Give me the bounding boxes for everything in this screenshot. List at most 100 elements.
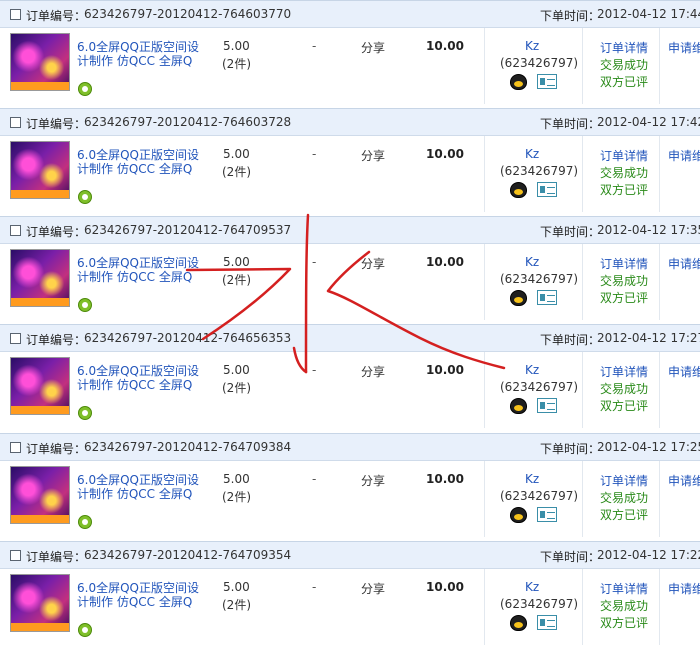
rating-status-link[interactable]: 双方已评 [600,289,648,306]
buyer-name-link[interactable]: Kz [525,363,539,377]
order-number: 623426797-20120412-764603728 [84,115,292,129]
order-time-label: 下单时间： [540,117,601,131]
column-divider [484,569,485,645]
share-link[interactable]: 分享 [361,39,385,56]
order-header: 订单编号： 623426797-20120412-764656353 下单时间：… [0,325,700,352]
unit-price: 5.00 [223,472,250,486]
wangwang-icon[interactable] [78,82,92,96]
buyer-name-link[interactable]: Kz [525,580,539,594]
unit-price: 5.00 [223,39,250,53]
buyer-name-link[interactable]: Kz [525,255,539,269]
rating-status-link[interactable]: 双方已评 [600,614,648,631]
order-detail-link[interactable]: 订单详情 [600,147,648,164]
trade-status: 交易成功 [600,274,649,288]
product-thumbnail[interactable] [10,33,70,91]
trade-status: 交易成功 [600,166,649,180]
contact-card-icon[interactable] [537,507,557,522]
qq-icon[interactable] [510,398,527,414]
product-title-link[interactable]: 6.0全屏QQ正版空间设计制作 仿QCC 全屏Q [77,40,202,68]
qq-icon[interactable] [510,182,527,198]
order-header: 订单编号： 623426797-20120412-764709354 下单时间：… [0,542,700,569]
discount-placeholder: - [312,363,317,377]
qq-icon[interactable] [510,74,527,90]
quantity: (2件) [222,57,251,71]
buyer-id: (623426797) [500,272,579,286]
column-divider [484,136,485,212]
apply-maintenance-link[interactable]: 申请维 [668,472,700,489]
order-number: 623426797-20120412-764603770 [84,7,292,21]
contact-card-icon[interactable] [537,615,557,630]
product-title-link[interactable]: 6.0全屏QQ正版空间设计制作 仿QCC 全屏Q [77,364,202,392]
wangwang-icon[interactable] [78,515,92,529]
apply-maintenance-link[interactable]: 申请维 [668,147,700,164]
product-thumbnail[interactable] [10,357,70,415]
wangwang-icon[interactable] [78,298,92,312]
rating-status-link[interactable]: 双方已评 [600,397,648,414]
wangwang-icon[interactable] [78,623,92,637]
order-body: 6.0全屏QQ正版空间设计制作 仿QCC 全屏Q 5.00 (2件) - 分享 … [0,244,700,320]
order-checkbox[interactable] [10,117,21,128]
wangwang-icon[interactable] [78,190,92,204]
wangwang-icon[interactable] [78,406,92,420]
order-time: 2012-04-12 17:25:3 [597,440,700,454]
order-header: 订单编号： 623426797-20120412-764603770 下单时间：… [0,1,700,28]
share-link[interactable]: 分享 [361,472,385,489]
order-detail-link[interactable]: 订单详情 [600,39,648,56]
order-checkbox[interactable] [10,333,21,344]
contact-card-icon[interactable] [537,74,557,89]
column-divider [659,136,660,212]
order-time-label: 下单时间： [540,333,601,347]
product-thumbnail[interactable] [10,141,70,199]
qq-icon[interactable] [510,507,527,523]
rating-status-link[interactable]: 双方已评 [600,506,648,523]
qq-icon[interactable] [510,615,527,631]
product-thumbnail[interactable] [10,466,70,524]
order-detail-link[interactable]: 订单详情 [600,255,648,272]
product-title-link[interactable]: 6.0全屏QQ正版空间设计制作 仿QCC 全屏Q [77,148,202,176]
quantity: (2件) [222,165,251,179]
share-link[interactable]: 分享 [361,580,385,597]
order-number-label: 订单编号： [26,117,87,131]
trade-status: 交易成功 [600,491,649,505]
share-link[interactable]: 分享 [361,255,385,272]
order-checkbox[interactable] [10,9,21,20]
order-checkbox[interactable] [10,442,21,453]
order-time: 2012-04-12 17:35:2 [597,223,700,237]
buyer-name-link[interactable]: Kz [525,472,539,486]
order-detail-link[interactable]: 订单详情 [600,363,648,380]
contact-card-icon[interactable] [537,182,557,197]
apply-maintenance-link[interactable]: 申请维 [668,255,700,272]
column-divider [659,461,660,537]
contact-card-icon[interactable] [537,290,557,305]
order-checkbox[interactable] [10,550,21,561]
total-price: 10.00 [426,580,464,594]
order-item: 订单编号： 623426797-20120412-764603770 下单时间：… [0,0,700,104]
product-thumbnail[interactable] [10,249,70,307]
order-number-label: 订单编号： [26,225,87,239]
product-thumbnail[interactable] [10,574,70,632]
order-checkbox[interactable] [10,225,21,236]
contact-card-icon[interactable] [537,398,557,413]
apply-maintenance-link[interactable]: 申请维 [668,363,700,380]
rating-status-link[interactable]: 双方已评 [600,73,648,90]
discount-placeholder: - [312,472,317,486]
order-detail-link[interactable]: 订单详情 [600,472,648,489]
product-title-link[interactable]: 6.0全屏QQ正版空间设计制作 仿QCC 全屏Q [77,473,202,501]
product-title-link[interactable]: 6.0全屏QQ正版空间设计制作 仿QCC 全屏Q [77,256,202,284]
apply-maintenance-link[interactable]: 申请维 [668,580,700,597]
order-detail-link[interactable]: 订单详情 [600,580,648,597]
order-body: 6.0全屏QQ正版空间设计制作 仿QCC 全屏Q 5.00 (2件) - 分享 … [0,136,700,212]
apply-maintenance-link[interactable]: 申请维 [668,39,700,56]
product-title-link[interactable]: 6.0全屏QQ正版空间设计制作 仿QCC 全屏Q [77,581,202,609]
share-link[interactable]: 分享 [361,147,385,164]
buyer-name-link[interactable]: Kz [525,39,539,53]
total-price: 10.00 [426,147,464,161]
order-body: 6.0全屏QQ正版空间设计制作 仿QCC 全屏Q 5.00 (2件) - 分享 … [0,461,700,537]
buyer-name-link[interactable]: Kz [525,147,539,161]
quantity: (2件) [222,381,251,395]
qq-icon[interactable] [510,290,527,306]
order-time-label: 下单时间： [540,550,601,564]
rating-status-link[interactable]: 双方已评 [600,181,648,198]
share-link[interactable]: 分享 [361,363,385,380]
buyer-id: (623426797) [500,597,579,611]
